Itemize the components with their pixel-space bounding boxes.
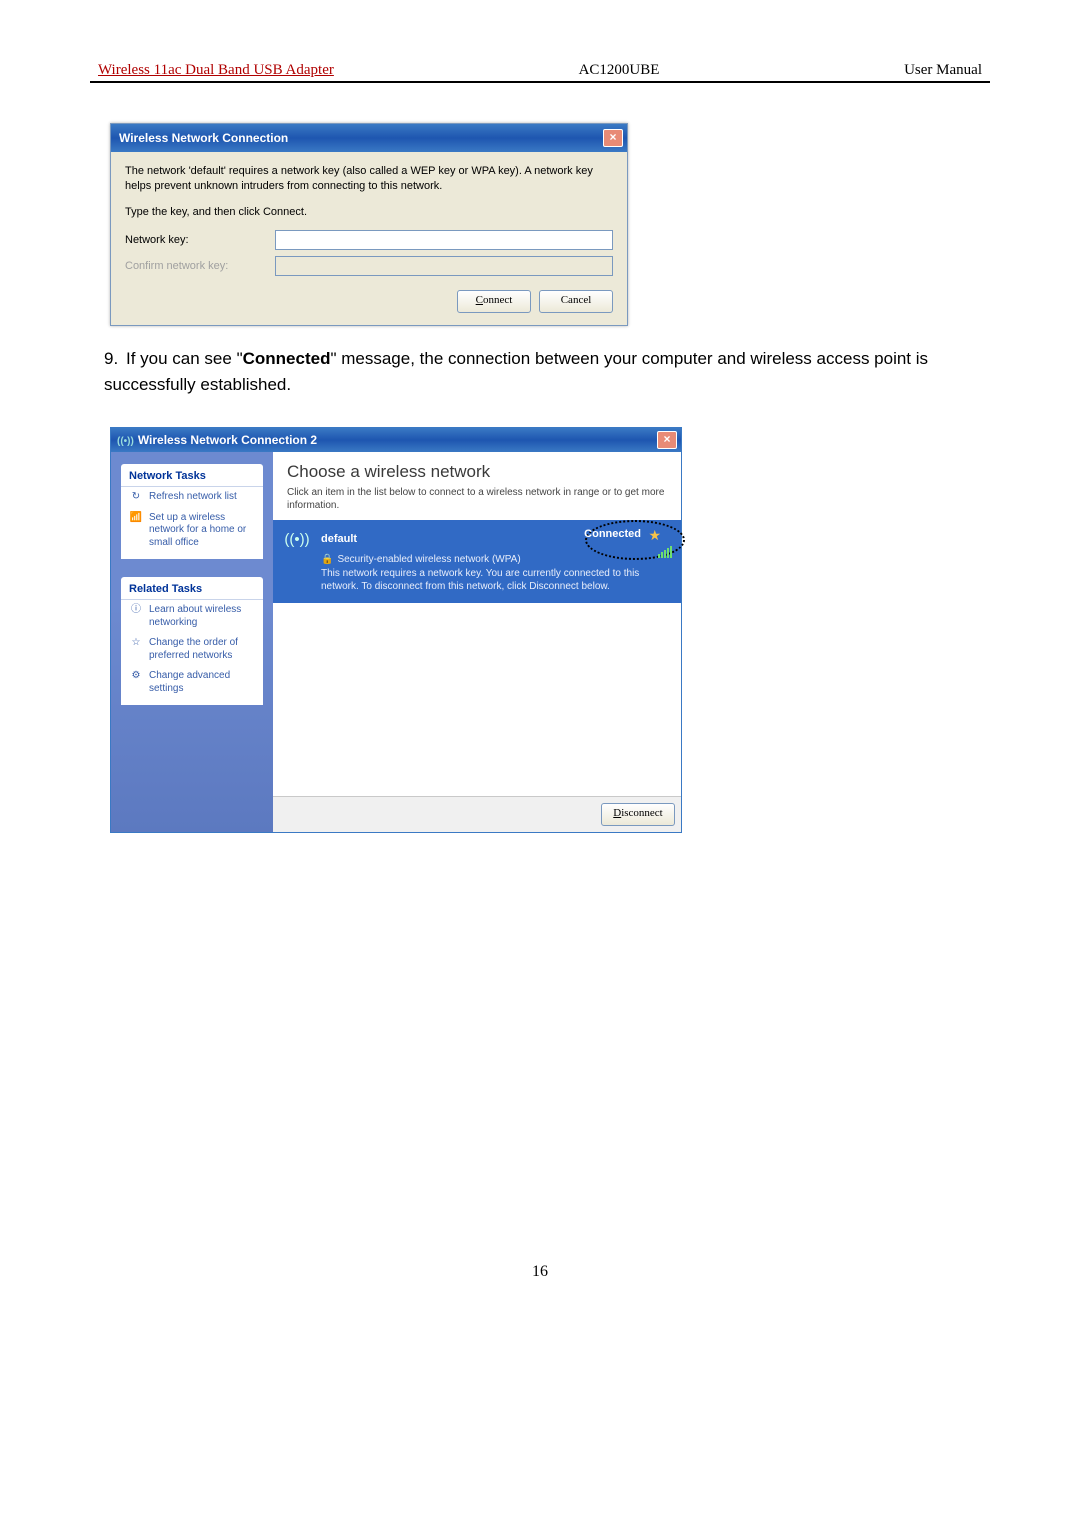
disconnect-button[interactable]: Disconnect — [601, 803, 675, 826]
advanced-settings-link[interactable]: ⚙Change advanced settings — [121, 666, 263, 699]
setup-icon: 📶 — [129, 512, 143, 525]
sidebar-heading-network-tasks: Network Tasks — [121, 464, 263, 487]
network-icon: ((•)) — [283, 528, 311, 550]
dialog-titlebar: Wireless Network Connection × — [111, 124, 627, 152]
header-right: User Manual — [904, 62, 982, 79]
refresh-icon: ↻ — [129, 491, 143, 504]
content-heading: Choose a wireless network — [273, 452, 681, 486]
page-number: 16 — [90, 1263, 990, 1281]
dialog-text-1: The network 'default' requires a network… — [125, 164, 613, 195]
dialog2-title: Wireless Network Connection 2 — [138, 433, 317, 447]
setup-network-link[interactable]: 📶Set up a wireless network for a home or… — [121, 508, 263, 554]
favorite-icon: ★ — [648, 527, 661, 544]
confirm-key-label: Confirm network key: — [125, 260, 275, 272]
network-description: This network requires a network key. You… — [321, 567, 671, 593]
dialog-text-2: Type the key, and then click Connect. — [125, 205, 613, 220]
instruction-step: 9.If you can see "Connected" message, th… — [90, 346, 990, 397]
header-mid: AC1200UBE — [579, 62, 660, 79]
confirm-key-input — [275, 256, 613, 276]
lock-icon: 🔒 — [321, 554, 333, 565]
sidebar: Network Tasks ↻Refresh network list 📶Set… — [111, 452, 273, 832]
dialog2-titlebar: ((•)) Wireless Network Connection 2 × — [111, 428, 681, 452]
network-key-input[interactable] — [275, 230, 613, 250]
network-key-label: Network key: — [125, 234, 275, 246]
close-icon[interactable]: × — [657, 431, 677, 449]
star-icon: ☆ — [129, 637, 143, 650]
change-order-link[interactable]: ☆Change the order of preferred networks — [121, 633, 263, 666]
signal-icon — [658, 546, 672, 558]
doc-header: Wireless 11ac Dual Band USB Adapter AC12… — [90, 60, 990, 83]
gear-icon: ⚙ — [129, 670, 143, 683]
dialog-title: Wireless Network Connection — [119, 131, 288, 145]
info-icon: ⓘ — [129, 604, 143, 617]
security-text: Security-enabled wireless network (WPA) — [337, 554, 520, 565]
sidebar-heading-related-tasks: Related Tasks — [121, 577, 263, 600]
network-list-item[interactable]: ((•)) default Connected ★ 🔒 Security-enab… — [273, 520, 681, 603]
cancel-button[interactable]: Cancel — [539, 290, 613, 313]
wireless-networks-dialog: ((•)) Wireless Network Connection 2 × Net… — [110, 427, 682, 833]
content-subtext: Click an item in the list below to conne… — [273, 486, 681, 520]
connect-button[interactable]: Connect — [457, 290, 531, 313]
header-left: Wireless 11ac Dual Band USB Adapter — [98, 62, 334, 79]
network-name: default — [321, 533, 357, 545]
refresh-network-link[interactable]: ↻Refresh network list — [121, 487, 263, 508]
status-badge: Connected — [584, 528, 641, 540]
close-icon[interactable]: × — [603, 129, 623, 147]
network-key-dialog: Wireless Network Connection × The networ… — [110, 123, 628, 326]
learn-link[interactable]: ⓘLearn about wireless networking — [121, 600, 263, 633]
antenna-icon: ((•)) — [117, 436, 134, 447]
